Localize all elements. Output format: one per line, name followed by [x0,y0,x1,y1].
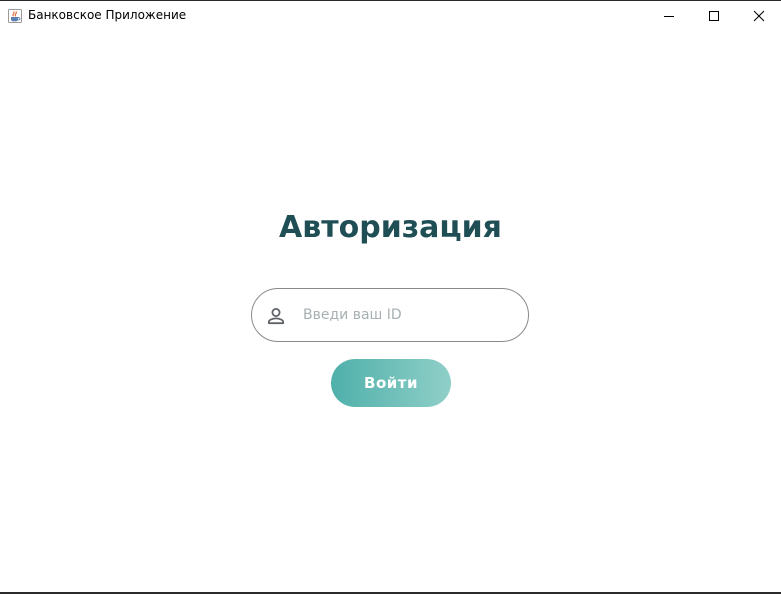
close-icon [753,10,765,22]
maximize-button[interactable] [691,1,737,31]
minimize-button[interactable] [646,1,692,31]
close-button[interactable] [736,1,781,31]
id-input[interactable] [303,303,513,327]
page-title: Авторизация [279,210,502,245]
window-title: Банковское Приложение [28,8,187,22]
login-button[interactable]: Войти [331,359,451,407]
minimize-icon [664,16,674,17]
id-field[interactable] [251,288,529,342]
java-cup-icon [8,8,22,23]
title-bar[interactable]: Банковское Приложение [0,1,781,31]
app-window: Банковское Приложение Авторизация Введи … [0,0,781,594]
user-icon [266,306,286,326]
maximize-icon [709,11,719,21]
